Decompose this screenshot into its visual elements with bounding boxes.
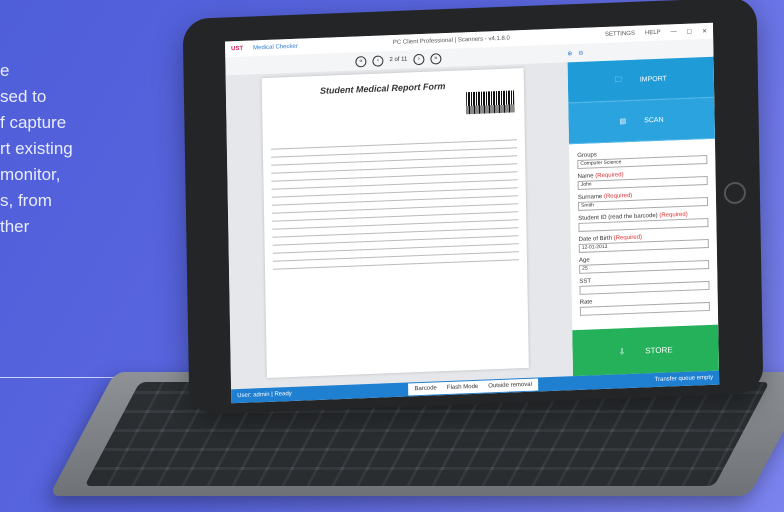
app-screen: UST Medical Checker PC Client Profession… [225,22,720,404]
first-page-icon[interactable]: « [355,55,367,67]
side-text-line: e [0,61,10,80]
help-link[interactable]: HELP [645,30,661,37]
groups-label: Groups [577,152,597,159]
store-label: STORE [645,344,673,355]
document-page: Student Medical Report Form [261,68,529,378]
close-button[interactable]: ✕ [702,27,707,34]
content: Student Medical Report Form 🗀 IMPORT ▤ S… [225,56,719,390]
tablet: UST Medical Checker PC Client Profession… [182,0,764,415]
sst-label: SST [579,278,592,285]
tray-icon: ⇩ [618,346,626,356]
transfer-queue-status: Transfer queue empty [654,374,714,384]
status-user: User: admin | Ready [237,390,292,400]
surname-label: Surname [577,194,603,201]
scan-label: SCAN [644,116,664,124]
barcode [466,90,515,115]
index-form: Groups Computer Science Name (Required) … [569,139,718,331]
settings-link[interactable]: SETTINGS [605,31,635,38]
minimize-button[interactable]: — [671,29,677,35]
import-button[interactable]: 🗀 IMPORT [567,56,715,104]
zoom-out-icon[interactable]: ⊖ [578,49,583,56]
side-text-line: f capture [0,113,67,132]
brand-logo: UST [231,45,244,53]
required-tag: (Required) [603,192,633,200]
folder-icon: 🗀 [614,75,622,84]
side-text-line: s, from [0,191,52,210]
required-tag: (Required) [659,211,688,219]
name-label: Name [577,173,594,180]
home-button[interactable] [723,181,747,205]
prev-page-icon[interactable]: ‹ [372,54,384,67]
side-text-line: monitor, [0,165,61,184]
app-name: Medical Checker [253,43,298,52]
required-tag: (Required) [613,234,643,242]
side-text-line: sed to [0,87,47,106]
side-text-line: ther [0,217,30,236]
store-button[interactable]: ⇩ STORE [572,324,719,377]
side-panel: 🗀 IMPORT ▤ SCAN Groups Computer Science … [567,56,719,377]
side-text: e sed to f capture rt existing monitor, … [0,58,73,240]
document-area: Student Medical Report Form [225,62,574,390]
age-label: Age [578,257,590,264]
required-tag: (Required) [595,172,624,180]
rate-label: Rate [579,299,593,306]
dob-label: Date of Birth [578,235,613,243]
next-page-icon[interactable]: › [413,53,425,65]
scanner-icon: ▤ [619,118,627,126]
page-indicator: 2 of 11 [389,56,408,64]
import-label: IMPORT [639,75,667,84]
maximize-button[interactable]: ☐ [687,28,692,35]
services: Barcode Flash Mode Outside removal [408,378,539,396]
flash-mode-service[interactable]: Flash Mode [447,384,478,391]
last-page-icon[interactable]: » [430,52,442,65]
outside-removal-service[interactable]: Outside removal [488,382,532,390]
scan-button[interactable]: ▤ SCAN [568,97,715,145]
side-text-line: rt existing [0,139,73,158]
barcode-service[interactable]: Barcode [414,385,436,392]
zoom-in-icon[interactable]: ⊕ [567,50,572,57]
